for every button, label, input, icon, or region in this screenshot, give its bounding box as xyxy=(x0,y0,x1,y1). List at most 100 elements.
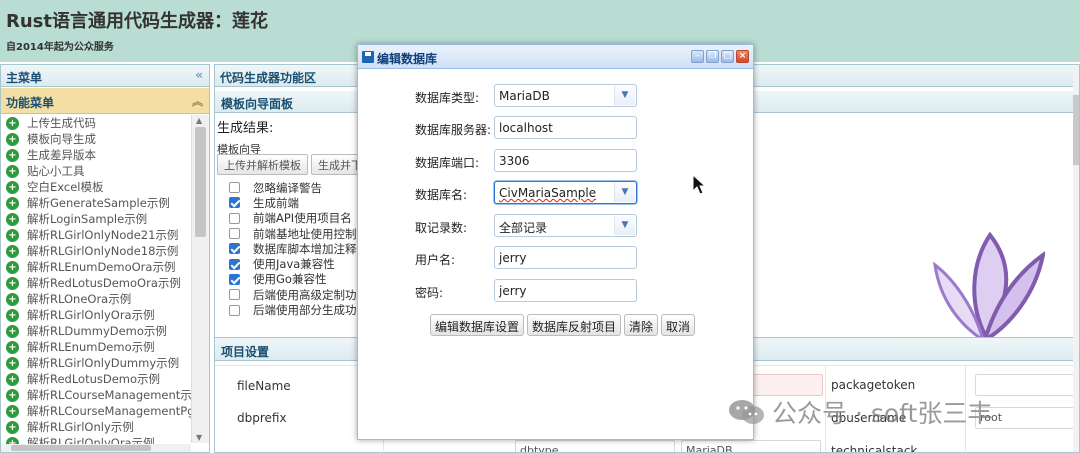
menu-item-label: 解析RLCourseManagementPg示 xyxy=(27,404,191,418)
menu-item[interactable]: + 空白Excel模板 xyxy=(1,179,191,195)
reflect-db-project-button[interactable]: 数据库反射项目 xyxy=(527,314,622,336)
right-scroll-thumb[interactable] xyxy=(1073,95,1079,165)
menu-item-label: 解析RLGirlOnlyDummy示例 xyxy=(27,356,180,370)
chevron-down-icon[interactable]: ▼ xyxy=(614,86,635,105)
close-icon[interactable]: × xyxy=(736,50,749,63)
menu-item[interactable]: + 解析RLGirlOnly示例 xyxy=(1,419,191,435)
plus-circle-icon: + xyxy=(6,340,19,354)
upload-parse-template-button[interactable]: 上传并解析模板 xyxy=(217,154,308,175)
dialog-title: 编辑数据库 xyxy=(377,52,438,66)
dialog-titlebar[interactable]: 编辑数据库 – ❐ □ × xyxy=(358,45,753,69)
option-checkbox[interactable] xyxy=(229,228,240,240)
cancel-button[interactable]: 取消 xyxy=(661,314,696,336)
option-checkbox[interactable] xyxy=(229,273,240,285)
menu-item[interactable]: + 解析RLCourseManagement示例 xyxy=(1,387,191,403)
menu-item[interactable]: + 解析RLGirlOnlyNode18示例 xyxy=(1,243,191,259)
option-label: 忽略编译警告 xyxy=(253,180,322,195)
minimize-icon[interactable]: – xyxy=(691,50,704,63)
db-port-label: 数据库端口: xyxy=(415,156,480,170)
plus-circle-icon: + xyxy=(6,324,19,338)
scroll-down-arrow-icon[interactable]: ▼ xyxy=(196,433,202,442)
db-port-input[interactable]: 3306 xyxy=(494,149,637,172)
plus-circle-icon: + xyxy=(6,388,19,402)
option-row: 后端使用高级定制功能 xyxy=(229,287,368,302)
clear-button[interactable]: 清除 xyxy=(624,314,659,336)
db-type-label: 数据库类型: xyxy=(415,91,480,105)
menu-item-label: 解析RLCourseManagement示例 xyxy=(27,388,191,402)
option-label: 使用Java兼容性 xyxy=(253,257,335,272)
record-count-row: 取记录数: 全部记录 ▼ xyxy=(358,214,755,238)
menu-item[interactable]: + 解析RLEnumDemo示例 xyxy=(1,339,191,355)
plus-circle-icon: + xyxy=(6,308,19,322)
chevron-down-icon[interactable]: ▼ xyxy=(614,216,635,235)
menu-item[interactable]: + 解析LoginSample示例 xyxy=(1,211,191,227)
option-checkbox[interactable] xyxy=(229,289,240,301)
menu-hscroll-thumb[interactable] xyxy=(11,445,151,451)
generator-area-title: 代码生成器功能区 xyxy=(220,71,317,85)
username-input[interactable]: jerry xyxy=(494,246,637,269)
option-checkbox[interactable] xyxy=(229,212,240,224)
menu-item[interactable]: + 解析RLGirlOnlyOra示例 xyxy=(1,307,191,323)
chevron-down-icon[interactable]: ▼ xyxy=(614,183,635,202)
db-port-row: 数据库端口: 3306 xyxy=(358,149,755,173)
double-chevron-left-icon[interactable]: « xyxy=(195,68,203,82)
menu-item[interactable]: + 解析RedLotusDemo示例 xyxy=(1,371,191,387)
option-checkbox[interactable] xyxy=(229,182,240,194)
menu-horizontal-scrollbar[interactable] xyxy=(1,444,191,452)
menu-item-label: 解析RLGirlOnlyNode18示例 xyxy=(27,244,179,258)
option-checkbox[interactable] xyxy=(229,243,240,255)
restore-icon[interactable]: ❐ xyxy=(706,50,719,63)
option-checkbox[interactable] xyxy=(229,197,240,209)
db-server-input[interactable]: localhost xyxy=(494,116,637,139)
menu-item[interactable]: + 生成差异版本 xyxy=(1,147,191,163)
menu-item-label: 解析RLOneOra示例 xyxy=(27,292,132,306)
option-row: 使用Java兼容性 xyxy=(229,256,368,271)
record-count-label: 取记录数: xyxy=(415,221,468,235)
record-count-select[interactable]: 全部记录 ▼ xyxy=(494,214,637,237)
menu-item[interactable]: + 模板向导生成 xyxy=(1,131,191,147)
function-menu-header[interactable]: 功能菜单 ︽ xyxy=(1,88,209,114)
edit-db-settings-button[interactable]: 编辑数据库设置 xyxy=(430,314,525,336)
menu-item-label: 解析RLEnumDemoOra示例 xyxy=(27,260,176,274)
db-name-value: CivMariaSample xyxy=(499,186,597,200)
watermark-text: 公众号 · soft张三丰 xyxy=(772,399,993,428)
menu-item[interactable]: + 解析RLOneOra示例 xyxy=(1,291,191,307)
menu-item[interactable]: + 解析GenerateSample示例 xyxy=(1,195,191,211)
maximize-icon[interactable]: □ xyxy=(721,50,734,63)
menu-item-label: 解析RLGirlOnlyOra示例 xyxy=(27,308,155,322)
option-checkbox[interactable] xyxy=(229,258,240,270)
option-checkbox[interactable] xyxy=(229,304,240,316)
db-name-select[interactable]: CivMariaSample ▼ xyxy=(494,181,637,204)
menu-item[interactable]: + 解析RLGirlOnlyNode21示例 xyxy=(1,227,191,243)
dbtype-field[interactable]: dbtype xyxy=(515,440,675,452)
menu-item[interactable]: + 解析RedLotusDemoOra示例 xyxy=(1,275,191,291)
menu-vertical-scrollbar[interactable]: ▲ ▼ xyxy=(191,115,209,443)
db-type-select[interactable]: MariaDB ▼ xyxy=(494,84,637,107)
packagetoken-label: packagetoken xyxy=(831,378,916,392)
menu-scroll-thumb[interactable] xyxy=(195,127,206,237)
right-vertical-scrollbar[interactable] xyxy=(1073,65,1079,452)
db-name-label: 数据库名: xyxy=(415,188,468,202)
password-label: 密码: xyxy=(415,286,444,300)
double-chevron-up-icon[interactable]: ︽ xyxy=(192,93,203,109)
option-label: 前端基地址使用控制 xyxy=(253,226,357,241)
plus-circle-icon: + xyxy=(6,132,19,146)
dbtype-value-field[interactable]: MariaDB xyxy=(681,440,821,452)
menu-item[interactable]: + 解析RLCourseManagementPg示 xyxy=(1,403,191,419)
wizard-panel-title: 模板向导面板 xyxy=(221,97,294,111)
packagetoken-field[interactable] xyxy=(975,374,1075,396)
menu-item-label: 解析RLDummyDemo示例 xyxy=(27,324,167,338)
menu-item[interactable]: + 解析RLEnumDemoOra示例 xyxy=(1,259,191,275)
record-count-value: 全部记录 xyxy=(499,221,548,235)
menu-item[interactable]: + 解析RLGirlOnlyDummy示例 xyxy=(1,355,191,371)
edit-database-dialog: 编辑数据库 – ❐ □ × 数据库类型: MariaDB ▼ 数据库服务器: l… xyxy=(357,44,754,440)
plus-circle-icon: + xyxy=(6,228,19,242)
db-server-label: 数据库服务器: xyxy=(415,123,492,137)
menu-item[interactable]: + 解析RLDummyDemo示例 xyxy=(1,323,191,339)
project-settings-title: 项目设置 xyxy=(221,345,270,359)
password-input[interactable]: jerry xyxy=(494,279,637,302)
scroll-up-arrow-icon[interactable]: ▲ xyxy=(196,116,202,125)
plus-circle-icon: + xyxy=(6,372,19,386)
menu-item[interactable]: + 贴心小工具 xyxy=(1,163,191,179)
menu-item[interactable]: + 上传生成代码 xyxy=(1,115,191,131)
